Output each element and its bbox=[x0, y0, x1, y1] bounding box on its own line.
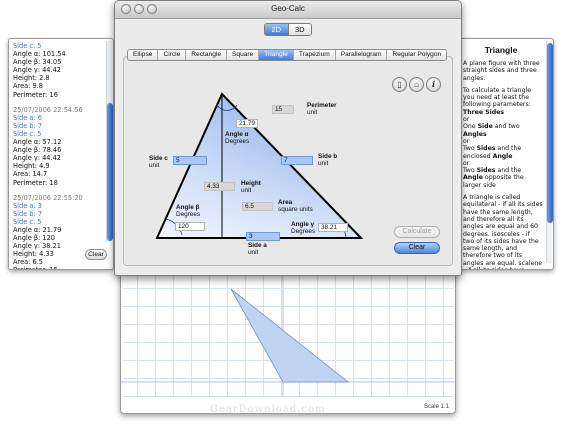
history-scroll-thumb[interactable] bbox=[107, 103, 113, 241]
side-a-label: Side a unit bbox=[248, 242, 267, 256]
tab-ellipse[interactable]: Ellipse bbox=[128, 50, 158, 60]
tab-rectangle[interactable]: Rectangle bbox=[185, 50, 226, 60]
height-field[interactable]: 4.33 bbox=[204, 182, 235, 191]
watermark: GearDownload.com bbox=[210, 404, 326, 415]
history-clear-button[interactable]: Clear bbox=[85, 249, 107, 260]
history-entry: Angle γ: 44.42 bbox=[13, 154, 61, 163]
history-entry: Area: 9.8 bbox=[13, 82, 43, 91]
history-entry: Side c: 5 bbox=[13, 217, 42, 226]
angle-gamma-label: Angle γ Degrees bbox=[291, 221, 316, 235]
help-requirement: or bbox=[463, 159, 470, 167]
history-entry: Side c: 5 bbox=[13, 42, 42, 50]
history-entry: Height: 2.8 bbox=[13, 74, 50, 83]
help-title: Triangle bbox=[484, 45, 518, 55]
help-scrollbar[interactable] bbox=[546, 41, 553, 263]
help-paragraph: A triangle is called equilateral - if al… bbox=[463, 194, 543, 269]
mode-3d-button[interactable]: 3D bbox=[287, 24, 311, 35]
help-requirement: Two Sides and the Angle opposite the lar… bbox=[463, 167, 524, 189]
view-icon[interactable]: ▯ bbox=[392, 77, 407, 92]
history-entry: Angle β: 34.05 bbox=[13, 58, 62, 67]
title-bar[interactable]: Geo-Calc bbox=[115, 1, 461, 19]
mode-2d-button[interactable]: 2D bbox=[265, 24, 288, 35]
tab-triangle[interactable]: Triangle bbox=[258, 50, 293, 60]
tab-regular-polygon[interactable]: Regular Polygon bbox=[386, 50, 447, 60]
history-entry: Side a: 6 bbox=[13, 113, 42, 122]
clear-button[interactable]: Clear bbox=[394, 242, 440, 254]
triangle-shape bbox=[230, 288, 350, 383]
calculate-button[interactable]: Calculate bbox=[394, 226, 440, 238]
window-title: Geo-Calc bbox=[271, 4, 305, 13]
help-requirement: Three Sides bbox=[463, 108, 505, 116]
history-entry: Angle α: 101.54 bbox=[13, 50, 66, 59]
tab-square[interactable]: Square bbox=[226, 50, 259, 60]
history-entry: Side a: 3 bbox=[13, 201, 42, 210]
history-entry: Angle α: 57.12 bbox=[13, 138, 62, 147]
tab-circle[interactable]: Circle bbox=[157, 50, 186, 60]
help-window: Triangle A plane figure with three strai… bbox=[456, 38, 554, 270]
history-entry: Side b: 7 bbox=[13, 209, 43, 218]
height-label: Height unit bbox=[241, 180, 261, 194]
help-requirement: or bbox=[463, 116, 470, 124]
help-requirement: One Side and two Angles bbox=[463, 123, 520, 138]
draw-shape-icon[interactable]: ⌂ bbox=[409, 77, 424, 92]
side-c-label: Side c unit bbox=[149, 155, 168, 169]
angle-beta-field[interactable]: 120 bbox=[175, 222, 205, 231]
drawing-window: Scale 1:1 bbox=[120, 268, 456, 414]
history-entry: Side b: 7 bbox=[13, 121, 43, 130]
help-requirement: or bbox=[463, 137, 470, 145]
angle-gamma-field[interactable]: 38.21 bbox=[318, 223, 348, 232]
help-requirements: Three Sides or One Side and two Angles or Tw… bbox=[463, 109, 543, 189]
history-entry: Perimeter: 18 bbox=[13, 178, 58, 187]
perimeter-label: Perimeter unit bbox=[307, 102, 337, 116]
angle-beta-label: Angle β Degrees bbox=[176, 204, 201, 218]
help-text: A plane figure with three straight sides… bbox=[463, 60, 543, 269]
history-entry: Perimeter: 15 bbox=[13, 266, 105, 269]
side-c-field[interactable]: 5 bbox=[173, 156, 207, 165]
history-entry: Area: 14.7 bbox=[13, 170, 48, 179]
history-scrollbar[interactable] bbox=[106, 41, 113, 241]
history-spacer bbox=[13, 99, 105, 106]
side-b-label: Side b unit bbox=[318, 153, 338, 167]
history-timestamp: 25/07/2006 22:54:56 bbox=[13, 105, 83, 114]
desktop: Side c: 5 Angle α: 101.54 Angle β: 34.05 An… bbox=[0, 0, 562, 424]
history-entry: Angle β: 78.46 bbox=[13, 146, 62, 155]
history-entry: Angle α: 21.79 bbox=[13, 225, 62, 234]
shape-tabs: Ellipse Circle Rectangle Square Triangle Trap… bbox=[127, 49, 448, 61]
history-entry: Side c: 5 bbox=[13, 129, 42, 138]
history-entry: Height: 4.9 bbox=[13, 162, 50, 171]
history-entry: Angle γ: 44.42 bbox=[13, 66, 61, 75]
angle-alpha-field[interactable]: 21.79 bbox=[236, 119, 258, 128]
area-field[interactable]: 6.5 bbox=[242, 202, 273, 211]
tab-parallelogram[interactable]: Parallelogram bbox=[334, 50, 387, 60]
side-b-field[interactable]: 7 bbox=[281, 156, 313, 165]
help-scroll-thumb[interactable] bbox=[547, 43, 553, 223]
angle-alpha-label: Angle α Degrees bbox=[225, 131, 250, 145]
info-icon[interactable]: i bbox=[426, 77, 441, 92]
history-entry: Perimeter: 16 bbox=[13, 90, 58, 99]
history-spacer bbox=[13, 187, 105, 194]
history-log: Side c: 5 Angle α: 101.54 Angle β: 34.05 An… bbox=[13, 42, 105, 269]
dimension-toggle: 2D 3D bbox=[264, 23, 312, 36]
history-entry: Angle β: 120 bbox=[13, 234, 55, 243]
triangle-drawing bbox=[121, 269, 455, 397]
help-paragraph: To calculate a triangle you need at leas… bbox=[463, 86, 532, 109]
side-a-field[interactable]: 3 bbox=[246, 232, 280, 241]
history-timestamp: 25/07/2006 22:55:20 bbox=[13, 193, 83, 202]
perimeter-field[interactable]: 15 bbox=[272, 105, 294, 114]
drawing-scale: Scale 1:1 bbox=[423, 404, 449, 410]
tab-trapezium[interactable]: Trapezium bbox=[292, 50, 335, 60]
help-requirement: Two Sides and the enclosed Angle bbox=[463, 145, 522, 160]
area-label: Area square units bbox=[278, 199, 313, 213]
help-paragraph: A plane figure with three straight sides… bbox=[463, 60, 540, 82]
history-window: Side c: 5 Angle α: 101.54 Angle β: 34.05 An… bbox=[8, 38, 114, 270]
